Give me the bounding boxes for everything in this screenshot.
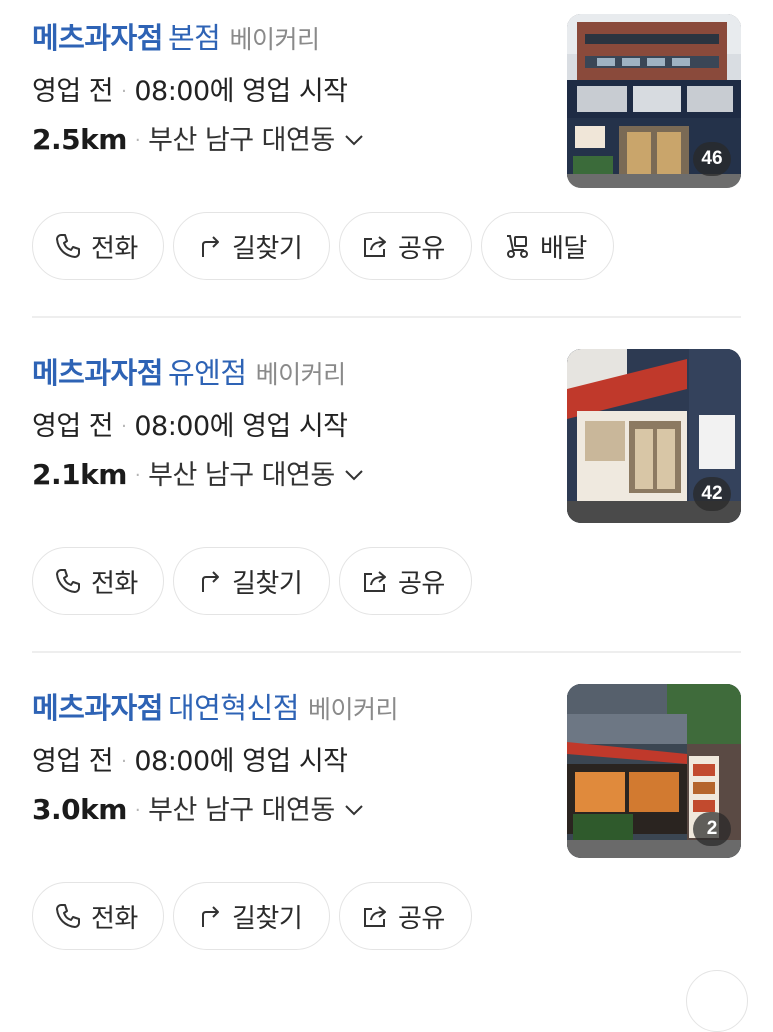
chevron-down-icon[interactable] [343, 129, 365, 151]
business-hours: 영업 전 · 08:00에 영업 시작 [32, 742, 348, 782]
call-button[interactable]: 전화 [32, 547, 164, 615]
separator-dot: · [134, 465, 141, 486]
share-button-label: 공유 [398, 233, 445, 264]
delivery-scooter-icon [507, 235, 528, 258]
place-photo[interactable]: 46 [567, 14, 741, 188]
directions-icon [202, 236, 219, 257]
location-info[interactable]: 2.1km · 부산 남구 대연동 [32, 453, 365, 498]
share-icon [364, 906, 386, 927]
distance: 2.5km [32, 123, 127, 156]
place-category: 베이커리 [308, 695, 399, 724]
share-button[interactable]: 공유 [339, 882, 472, 950]
place-branch-name[interactable]: 유엔점 [168, 356, 247, 390]
place-category: 베이커리 [229, 25, 320, 54]
chevron-down-icon[interactable] [343, 464, 365, 486]
place-brand-name[interactable]: 메츠과자점 [32, 21, 163, 55]
photo-count-badge: 46 [693, 142, 731, 176]
call-button-label: 전화 [91, 233, 138, 264]
place-branch-name[interactable]: 대연혁신점 [168, 691, 299, 725]
place-photo[interactable]: 42 [567, 349, 741, 523]
place-title[interactable]: 메츠과자점 본점 베이커리 [32, 18, 320, 63]
directions-button[interactable]: 길찾기 [173, 212, 330, 280]
photo-count-badge: 2 [693, 812, 731, 846]
share-icon [364, 571, 386, 592]
divider [32, 316, 741, 318]
call-button-label: 전화 [91, 903, 138, 934]
directions-icon [202, 906, 219, 927]
address: 부산 남구 대연동 [148, 460, 335, 491]
share-button-label: 공유 [398, 903, 445, 934]
separator-dot: · [121, 81, 127, 102]
directions-button-label: 길찾기 [232, 903, 303, 934]
place-title[interactable]: 메츠과자점 유엔점 베이커리 [32, 353, 346, 398]
business-hours: 영업 전 · 08:00에 영업 시작 [32, 72, 348, 112]
business-status: 영업 전 [32, 746, 114, 777]
share-button[interactable]: 공유 [339, 547, 472, 615]
place-brand-name[interactable]: 메츠과자점 [32, 691, 163, 725]
place-photo[interactable]: 2 [567, 684, 741, 858]
address: 부산 남구 대연동 [148, 125, 335, 156]
location-info[interactable]: 3.0km · 부산 남구 대연동 [32, 788, 365, 833]
call-button[interactable]: 전화 [32, 882, 164, 950]
directions-button[interactable]: 길찾기 [173, 547, 330, 615]
opening-time: 08:00에 영업 시작 [134, 76, 348, 107]
phone-icon [56, 904, 80, 928]
divider [32, 651, 741, 653]
directions-button-label: 길찾기 [232, 233, 303, 264]
distance: 2.1km [32, 458, 127, 491]
phone-icon [56, 234, 80, 258]
opening-time: 08:00에 영업 시작 [134, 411, 348, 442]
chevron-down-icon[interactable] [343, 799, 365, 821]
directions-icon [202, 571, 219, 592]
location-info[interactable]: 2.5km · 부산 남구 대연동 [32, 118, 365, 163]
call-button[interactable]: 전화 [32, 212, 164, 280]
business-status: 영업 전 [32, 76, 114, 107]
directions-button-label: 길찾기 [232, 568, 303, 599]
separator-dot: · [121, 751, 127, 772]
place-branch-name[interactable]: 본점 [168, 21, 221, 55]
distance: 3.0km [32, 793, 127, 826]
call-button-label: 전화 [91, 568, 138, 599]
photo-count-badge: 42 [693, 477, 731, 511]
separator-dot: · [121, 416, 127, 437]
place-brand-name[interactable]: 메츠과자점 [32, 356, 163, 390]
separator-dot: · [134, 130, 141, 151]
directions-button[interactable]: 길찾기 [173, 882, 330, 950]
opening-time: 08:00에 영업 시작 [134, 746, 348, 777]
share-icon [364, 236, 386, 257]
separator-dot: · [134, 800, 141, 821]
place-category: 베이커리 [255, 360, 347, 389]
business-hours: 영업 전 · 08:00에 영업 시작 [32, 407, 348, 447]
share-button-label: 공유 [398, 568, 445, 599]
share-button[interactable]: 공유 [339, 212, 472, 280]
business-status: 영업 전 [32, 411, 114, 442]
place-title[interactable]: 메츠과자점 대연혁신점 베이커리 [32, 688, 399, 733]
phone-icon [56, 569, 80, 593]
delivery-button[interactable]: 배달 [481, 212, 614, 280]
delivery-button-label: 배달 [540, 233, 587, 264]
floating-button[interactable] [686, 970, 748, 1032]
address: 부산 남구 대연동 [148, 795, 335, 826]
